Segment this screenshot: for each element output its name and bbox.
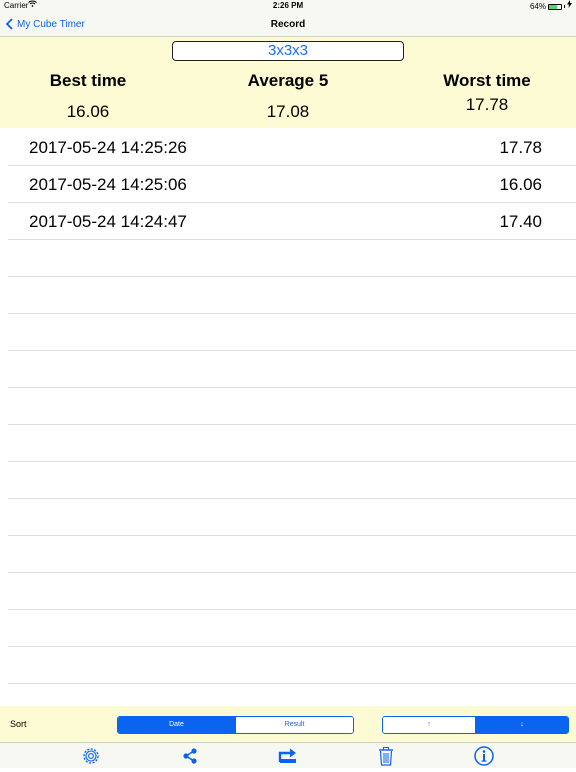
status-bar: Carrier 2:26 PM 64%: [0, 0, 576, 12]
gear-icon[interactable]: [80, 745, 102, 767]
table-row[interactable]: 2017-05-24 14:24:47 17.40: [8, 203, 576, 240]
average-label: Average 5: [247, 71, 329, 90]
clock: 2:26 PM: [272, 1, 304, 10]
empty-row: [8, 499, 576, 536]
empty-row: [8, 351, 576, 388]
puzzle-selector[interactable]: 3x3x3: [172, 41, 404, 61]
navigation-bar: My Cube Timer Record: [0, 12, 576, 37]
empty-row: [8, 314, 576, 351]
worst-time-label: Worst time: [443, 71, 531, 90]
info-icon[interactable]: [473, 745, 495, 767]
export-icon[interactable]: [277, 745, 299, 767]
share-icon[interactable]: [179, 745, 201, 767]
empty-row: [8, 573, 576, 610]
record-date: 2017-05-24 14:25:06: [29, 175, 187, 194]
best-time-label: Best time: [49, 71, 127, 90]
average-value: 17.08: [266, 102, 310, 121]
empty-row: [8, 462, 576, 499]
sort-descending-segment[interactable]: ↓: [475, 717, 568, 733]
best-time-value: 16.06: [66, 102, 110, 121]
sort-label: Sort: [10, 719, 27, 729]
record-time: 16.06: [499, 175, 542, 194]
record-date: 2017-05-24 14:25:26: [29, 138, 187, 157]
empty-row: [8, 240, 576, 277]
table-row[interactable]: 2017-05-24 14:25:06 16.06: [8, 166, 576, 203]
sort-order-control: ↑ ↓: [382, 716, 569, 734]
bottom-toolbar: [0, 742, 576, 768]
sort-bar: Sort Date Result ↑ ↓: [0, 706, 576, 742]
record-time: 17.78: [499, 138, 542, 157]
battery-icon: [548, 3, 562, 10]
sort-ascending-segment[interactable]: ↑: [383, 717, 475, 733]
sort-by-date-segment[interactable]: Date: [118, 717, 235, 733]
page-title: Record: [270, 19, 306, 30]
record-date: 2017-05-24 14:24:47: [29, 212, 187, 231]
summary-panel: 3x3x3 Best time 16.06 Average 5 17.08 Wo…: [0, 37, 576, 128]
empty-row: [8, 610, 576, 647]
battery-percent: 64%: [529, 1, 546, 11]
sort-by-control: Date Result: [117, 716, 354, 734]
record-time: 17.40: [499, 212, 542, 231]
sort-by-result-segment[interactable]: Result: [235, 717, 353, 733]
trash-icon[interactable]: [375, 745, 397, 767]
empty-row: [8, 536, 576, 573]
empty-row: [8, 425, 576, 462]
empty-row: [8, 647, 576, 684]
worst-time-value: 17.78: [465, 95, 509, 114]
empty-row: [8, 277, 576, 314]
table-row[interactable]: 2017-05-24 14:25:26 17.78: [8, 129, 576, 166]
empty-row: [8, 388, 576, 425]
